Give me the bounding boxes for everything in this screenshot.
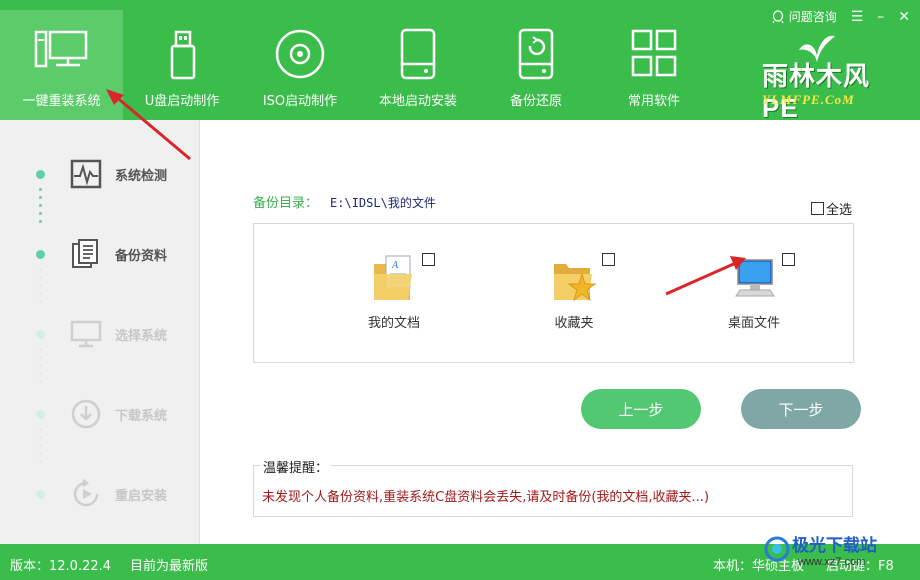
help-consult-label: 问题咨询: [788, 10, 837, 24]
folder-label: 我的文档: [367, 316, 420, 331]
backup-dir-label: 备份目录：: [253, 196, 319, 211]
desktop-files-icon: [735, 259, 775, 297]
nav-tab-label: 一键重装系统: [22, 94, 101, 109]
step-download-system: 下载系统: [0, 394, 200, 434]
step-connector: [39, 428, 42, 468]
restart-icon: [73, 479, 99, 507]
menu-icon[interactable]: ☰: [851, 10, 864, 24]
nav-tab-label: 备份还原: [509, 94, 562, 109]
qq-chat-icon: [772, 9, 784, 23]
backup-restore-icon: [518, 28, 554, 80]
logo-text: 雨林木风PE: [762, 61, 871, 123]
apps-grid-icon: [631, 29, 677, 77]
nav-tab-label: 本地启动安装: [378, 94, 457, 109]
step-connector: [39, 348, 42, 388]
folder-item-desktop-files[interactable]: 桌面文件: [694, 248, 814, 338]
step-label: 备份资料: [115, 248, 168, 264]
tips-box: 温馨提醒： 未发现个人备份资料,重装系统C盘资料会丢失,请及时备份(我的文档,收…: [253, 457, 853, 517]
minimize-icon[interactable]: –: [877, 10, 884, 24]
hard-drive-icon: [400, 28, 436, 80]
favorites-folder-icon: [554, 264, 597, 302]
step-label: 系统检测: [115, 168, 168, 184]
close-icon[interactable]: ✕: [898, 10, 910, 24]
step-sidebar: 系统检测 备份资料 选择系统 下载系统 重启安装: [0, 120, 200, 544]
download-icon: [71, 399, 101, 429]
step-restart-install: 重启安装: [0, 474, 200, 514]
folder-checkbox[interactable]: [422, 253, 435, 266]
next-step-button[interactable]: 下一步: [741, 389, 861, 429]
step-system-check: 系统检测: [0, 154, 200, 194]
brand-logo: 雨林木风PE YLMFPE.CoM: [752, 32, 902, 123]
folder-item-my-documents[interactable]: A 我的文档: [334, 248, 454, 338]
help-consult-link[interactable]: 问题咨询: [771, 8, 837, 25]
select-all-checkbox[interactable]: 全选: [811, 199, 852, 218]
nav-tab-label: ISO启动制作: [262, 94, 338, 109]
svg-text:A: A: [391, 260, 399, 271]
folder-item-favorites[interactable]: 收藏夹: [514, 248, 634, 338]
watermark-url: www.xz7.com: [798, 556, 866, 568]
tips-title: 温馨提醒：: [260, 457, 332, 476]
step-connector: [39, 268, 42, 308]
nav-tab-usb-boot[interactable]: U盘启动制作: [123, 10, 241, 120]
step-label: 重启安装: [115, 488, 168, 504]
checkbox-box[interactable]: [811, 202, 824, 215]
step-dot: [36, 489, 45, 499]
watermark-title: 极光下载站: [792, 536, 877, 556]
select-all-label: 全选: [826, 203, 853, 218]
disc-icon: [275, 29, 325, 79]
step-dot: [36, 329, 45, 339]
nav-tab-label: 常用软件: [627, 94, 680, 109]
version-text: 版本：12.0.22.4: [10, 559, 112, 574]
step-connector: [39, 188, 42, 228]
documents-icon: [72, 239, 98, 268]
watermark-logo-icon: [764, 536, 790, 562]
documents-folder-icon: A: [374, 255, 412, 300]
step-select-system: 选择系统: [0, 314, 200, 354]
window-controls: 问题咨询 ☰ – ✕: [771, 8, 910, 25]
usb-drive-icon: [170, 30, 196, 80]
nav-tab-local-boot[interactable]: 本地启动安装: [359, 10, 477, 120]
desktop-computer-icon: [34, 30, 87, 68]
backup-directory: 备份目录： E:\IDSL\我的文件: [253, 192, 436, 211]
nav-tab-backup-restore[interactable]: 备份还原: [477, 10, 595, 120]
update-status-text: 目前为最新版: [130, 559, 209, 574]
step-backup-data: 备份资料: [0, 234, 200, 274]
header: 一键重装系统 U盘启动制作 ISO启动制作 本地启动安装 备份还原 常用软件 问…: [0, 0, 920, 123]
nav-tab-common-software[interactable]: 常用软件: [595, 10, 713, 120]
backup-folders-panel: A 我的文档 收藏夹 桌面文件: [253, 223, 854, 363]
main-nav: 一键重装系统 U盘启动制作 ISO启动制作 本地启动安装 备份还原 常用软件: [0, 10, 713, 120]
previous-step-button[interactable]: 上一步: [581, 389, 701, 429]
nav-tab-one-key-reinstall[interactable]: 一键重装系统: [0, 10, 123, 120]
step-label: 选择系统: [115, 328, 168, 344]
backup-dir-path[interactable]: E:\IDSL\我的文件: [330, 196, 436, 210]
folder-label: 收藏夹: [554, 316, 594, 331]
watermark: 极光下载站 www.xz7.com: [760, 528, 920, 580]
step-label: 下载系统: [115, 408, 168, 424]
folder-checkbox[interactable]: [782, 253, 795, 266]
step-dot: [36, 409, 45, 419]
folder-label: 桌面文件: [727, 316, 780, 331]
pulse-monitor-icon: [70, 159, 102, 189]
tips-text: 未发现个人备份资料,重装系统C盘资料会丢失,请及时备份(我的文档,收藏夹...): [262, 490, 710, 505]
nav-tab-iso-boot[interactable]: ISO启动制作: [241, 10, 359, 120]
step-dot: [36, 249, 45, 259]
folder-checkbox[interactable]: [602, 253, 615, 266]
monitor-icon: [70, 320, 102, 348]
logo-url: YLMFPE.CoM: [762, 92, 855, 107]
step-dot: [36, 169, 45, 179]
nav-tab-label: U盘启动制作: [144, 94, 220, 109]
